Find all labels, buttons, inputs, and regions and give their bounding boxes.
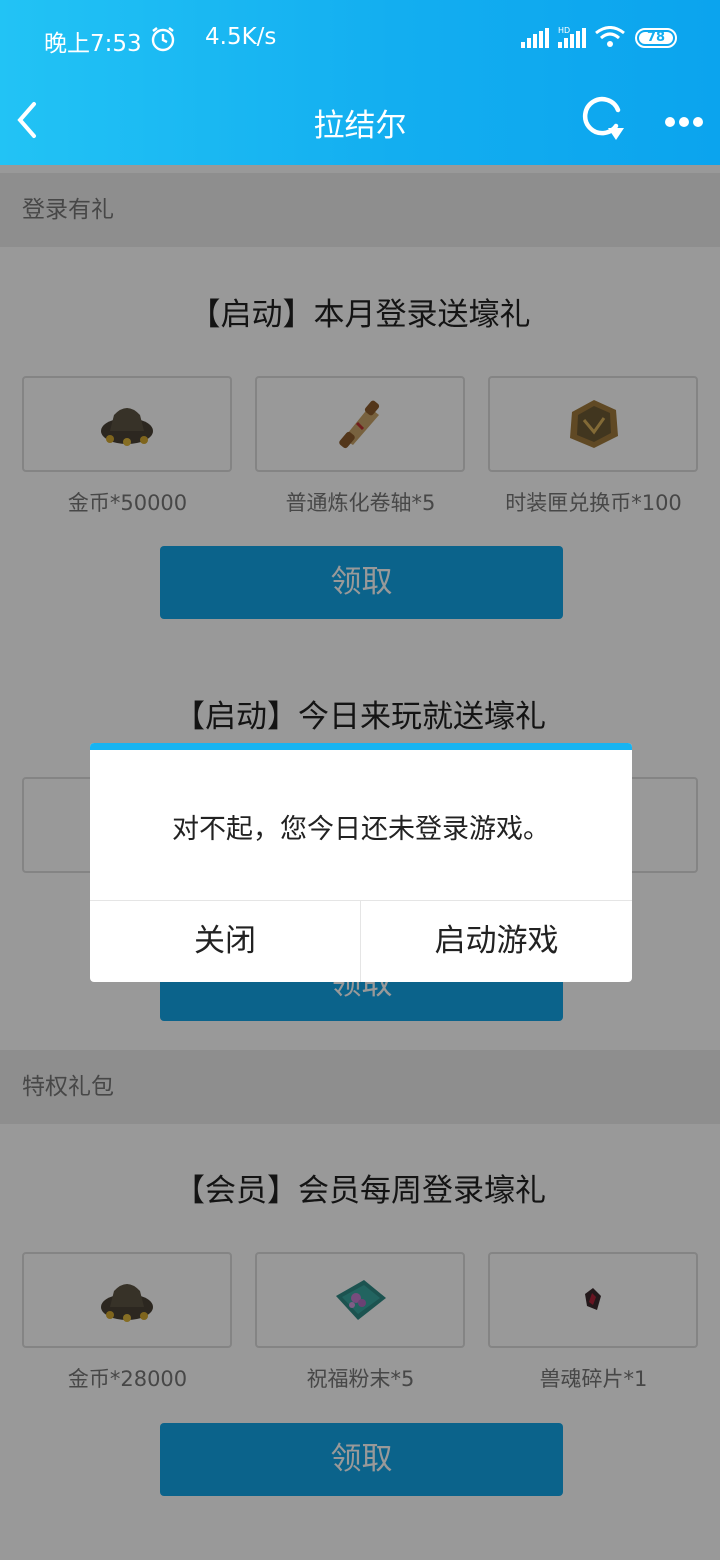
dialog-message: 对不起，您今日还未登录游戏。: [172, 814, 550, 845]
svg-text:HD: HD: [558, 26, 570, 35]
close-button[interactable]: 关闭: [90, 901, 360, 982]
wifi-icon: [595, 26, 625, 52]
battery-icon: 78: [635, 28, 677, 48]
signal-icon: [521, 28, 549, 52]
dialog-accent-bar: [90, 743, 632, 750]
nav-bar: 拉结尔: [0, 80, 720, 165]
launch-game-button[interactable]: 启动游戏: [361, 901, 632, 982]
status-bar: 晚上7:53 4.5K/s HD 78: [0, 0, 720, 80]
hd-signal-icon: HD: [558, 26, 586, 52]
more-icon[interactable]: [664, 113, 704, 127]
network-speed: 4.5K/s: [205, 24, 277, 50]
battery-level: 78: [646, 30, 666, 45]
app-header: 晚上7:53 4.5K/s HD 78 拉结尔: [0, 0, 720, 165]
login-required-dialog: 对不起，您今日还未登录游戏。 关闭 启动游戏: [90, 743, 632, 982]
status-time: 晚上7:53: [44, 31, 142, 57]
alarm-icon: [150, 26, 176, 52]
refresh-icon[interactable]: [578, 96, 628, 142]
